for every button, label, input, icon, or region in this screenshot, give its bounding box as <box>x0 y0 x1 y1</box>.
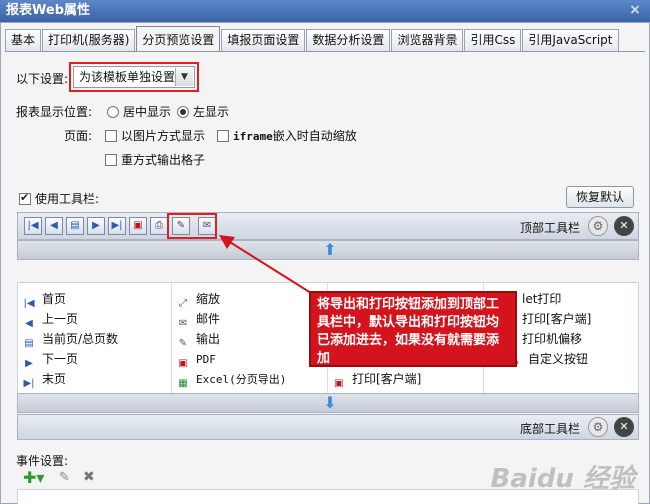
print-icon[interactable]: ⎙ <box>150 217 168 235</box>
add-event-icon[interactable]: ✚▾ <box>23 468 44 487</box>
callout-arrow <box>219 235 312 294</box>
checkbox-iframe-zoom[interactable]: iframe嵌入时自动缩放 <box>217 127 357 144</box>
arrow-up-icon[interactable]: ⬆ <box>319 242 341 259</box>
delete-icon[interactable]: ✖ <box>83 469 95 485</box>
tab-data-analysis[interactable]: 数据分析设置 <box>306 29 391 51</box>
list-item[interactable]: 打印机偏移 <box>522 329 582 349</box>
list-item[interactable]: ▶ 下一页 <box>22 349 78 369</box>
window-title: 报表Web属性 <box>6 3 90 18</box>
radio-left[interactable]: 左显示 <box>177 103 229 120</box>
tab-browser-bg[interactable]: 浏览器背景 <box>391 29 464 51</box>
prev-page-icon[interactable]: ◀ <box>45 217 63 235</box>
last-page-icon[interactable]: ▶| <box>108 217 126 235</box>
last-page-icon: ▶| <box>23 378 35 389</box>
excel-icon: ▦ <box>178 378 188 389</box>
top-toolbar-label: 顶部工具栏 <box>520 221 581 235</box>
position-label: 报表显示位置: <box>16 105 93 119</box>
checkbox-image-mode-box[interactable] <box>105 130 117 142</box>
tab-fill-page[interactable]: 填报页面设置 <box>221 29 306 51</box>
events-label: 事件设置: <box>16 454 69 468</box>
list-item[interactable]: ▤ 当前页/总页数 <box>22 329 118 349</box>
list-item[interactable]: ▦ Excel(分页导出) <box>176 369 286 389</box>
close-icon[interactable]: × <box>628 3 642 18</box>
baidu-watermark: Baidu 经验 <box>490 464 635 494</box>
tab-bar: 基本 打印机(服务器) 分页预览设置 填报页面设置 数据分析设置 浏览器背景 引… <box>5 26 620 51</box>
page-number-icon[interactable]: ▤ <box>66 217 84 235</box>
arrow-down-icon[interactable]: ⬇ <box>319 395 341 412</box>
page-label: 页面: <box>64 129 93 143</box>
tab-divider <box>5 51 645 52</box>
list-item[interactable]: ✉ 邮件 <box>176 309 220 329</box>
window-titlebar: 报表Web属性 × <box>0 0 650 22</box>
radio-left-label: 左显示 <box>193 105 230 119</box>
restore-default-button[interactable]: 恢复默认 <box>566 186 634 208</box>
checkbox-use-toolbar-label: 使用工具栏: <box>35 192 100 206</box>
radio-center-icon[interactable] <box>107 106 119 118</box>
annotation-callout: 将导出和打印按钮添加到顶部工具栏中，默认导出和打印按钮均已添加进去，如果没有就需… <box>309 291 517 367</box>
list-item[interactable]: ▶| 末页 <box>22 369 66 389</box>
bottom-toolbar-label: 底部工具栏 <box>520 422 581 436</box>
checkbox-iframe-keyword: iframe <box>233 130 273 143</box>
gear-icon[interactable]: ⚙ <box>588 216 608 236</box>
checkbox-iframe-zoom-label: 嵌入时自动缩放 <box>272 129 357 143</box>
settings-label: 以下设置: <box>16 72 69 86</box>
radio-center[interactable]: 居中显示 <box>107 103 171 120</box>
checkbox-use-toolbar[interactable]: 使用工具栏: <box>19 190 99 207</box>
checkbox-image-mode-label: 以图片方式显示 <box>121 129 206 143</box>
close-icon[interactable]: ✕ <box>614 216 634 236</box>
tab-basic[interactable]: 基本 <box>5 29 42 51</box>
edit-icon[interactable]: ✎ <box>59 470 70 485</box>
list-item[interactable]: ▣ 打印[客户端] <box>332 369 421 389</box>
radio-left-icon[interactable] <box>177 106 189 118</box>
next-page-icon[interactable]: ▶ <box>87 217 105 235</box>
list-item[interactable]: 打印[客户端] <box>522 309 591 329</box>
checkbox-use-toolbar-box[interactable] <box>19 191 31 205</box>
tab-printer-server[interactable]: 打印机(服务器) <box>42 29 136 51</box>
checkbox-iframe-zoom-box[interactable] <box>217 130 229 142</box>
list-item[interactable]: ◀ 上一页 <box>22 309 78 329</box>
highlight-print-export <box>167 213 217 239</box>
gear-icon[interactable]: ⚙ <box>588 417 608 437</box>
highlight-select <box>69 62 199 92</box>
checkbox-repeat-grid[interactable]: 重方式输出格子 <box>105 151 205 168</box>
list-item[interactable]: ▣ PDF <box>176 349 216 369</box>
callout-arrowhead <box>219 235 235 249</box>
checkbox-image-mode[interactable]: 以图片方式显示 <box>105 127 205 144</box>
tab-javascript[interactable]: 引用JavaScript <box>522 29 619 51</box>
dialog-body: 基本 打印机(服务器) 分页预览设置 填报页面设置 数据分析设置 浏览器背景 引… <box>0 22 650 504</box>
callout-arrow-line <box>224 238 312 294</box>
tab-css[interactable]: 引用Css <box>464 29 522 51</box>
checkbox-repeat-grid-box[interactable] <box>105 154 117 166</box>
bottom-toolbar-strip: 底部工具栏 ⚙ ✕ <box>17 414 639 440</box>
top-toolbar-strip: |◀ ◀ ▤ ▶ ▶| ▣ ⎙ ✎ ✉ 顶部工具栏 ⚙ ✕ <box>17 212 639 240</box>
close-icon[interactable]: ✕ <box>614 417 634 437</box>
move-up-bar[interactable]: ⬆ <box>17 240 639 260</box>
tab-page-preview[interactable]: 分页预览设置 <box>136 26 221 51</box>
first-page-icon[interactable]: |◀ <box>24 217 42 235</box>
list-item[interactable]: ⚙自定义按钮 <box>508 349 589 369</box>
checkbox-repeat-grid-label: 重方式输出格子 <box>121 153 206 167</box>
list-item[interactable]: let打印 <box>522 289 561 309</box>
list-item[interactable]: ✎ 输出 <box>176 329 220 349</box>
radio-center-label: 居中显示 <box>123 105 172 119</box>
print-client-icon: ▣ <box>334 378 344 389</box>
move-down-bar[interactable]: ⬇ <box>17 393 639 413</box>
pdf-icon[interactable]: ▣ <box>129 217 147 235</box>
list-item[interactable]: |◀ 首页 <box>22 289 66 309</box>
